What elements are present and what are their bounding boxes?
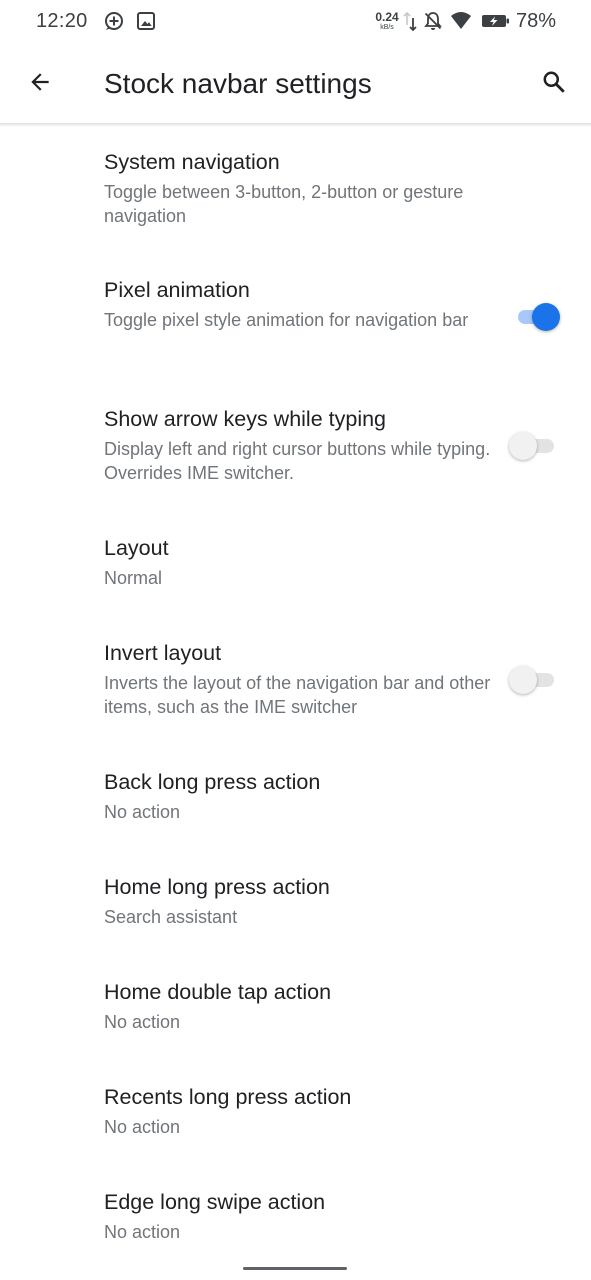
pixel-animation-switch[interactable] xyxy=(514,303,560,331)
pref-back-long-press[interactable]: Back long press action No action xyxy=(0,748,591,853)
pref-title: Layout xyxy=(104,536,169,560)
arrow-back-icon xyxy=(27,69,53,100)
pref-show-arrow-keys[interactable]: Show arrow keys while typing Display lef… xyxy=(0,385,591,514)
pref-home-long-press[interactable]: Home long press action Search assistant xyxy=(0,853,591,958)
gesture-navigation-handle[interactable] xyxy=(243,1267,347,1270)
pref-summary: Normal xyxy=(104,568,163,588)
back-button[interactable] xyxy=(22,66,58,102)
pref-summary: Toggle between 3-button, 2-button or ges… xyxy=(104,182,464,226)
pref-summary: No action xyxy=(104,802,181,822)
show-arrow-keys-switch[interactable] xyxy=(509,432,558,460)
switch-thumb xyxy=(509,666,537,694)
battery-percentage: 78% xyxy=(516,10,557,32)
pref-summary: No action xyxy=(104,1222,181,1242)
pref-summary: Display left and right cursor buttons wh… xyxy=(104,439,491,483)
app-bar-shadow xyxy=(0,123,591,127)
network-speed: 0.24 kB/s xyxy=(372,11,402,31)
net-speed-unit: kB/s xyxy=(380,24,394,31)
switch-thumb xyxy=(509,432,537,460)
pref-summary: No action xyxy=(104,1117,181,1137)
pref-summary: Toggle pixel style animation for navigat… xyxy=(104,310,469,330)
net-speed-value: 0.24 xyxy=(375,10,399,24)
pref-system-navigation[interactable]: System navigation Toggle between 3-butto… xyxy=(0,128,591,256)
pref-summary: Inverts the layout of the navigation bar… xyxy=(104,673,491,717)
status-time: 12:20 xyxy=(36,10,88,32)
wifi-icon xyxy=(450,11,472,31)
pref-home-double-tap[interactable]: Home double tap action No action xyxy=(0,958,591,1063)
app-bar: Stock navbar settings xyxy=(0,44,591,124)
add-circle-icon xyxy=(104,11,124,31)
pref-summary: No action xyxy=(104,1012,181,1032)
pref-title: Home long press action xyxy=(104,875,330,899)
battery-charging-icon xyxy=(481,11,511,31)
pref-title: Back long press action xyxy=(104,770,321,794)
search-icon xyxy=(541,69,567,100)
search-button[interactable] xyxy=(536,66,572,102)
pref-pixel-animation[interactable]: Pixel animation Toggle pixel style anima… xyxy=(0,256,591,385)
pref-recents-long-press[interactable]: Recents long press action No action xyxy=(0,1063,591,1168)
pref-edge-long-swipe[interactable]: Edge long swipe action No action xyxy=(0,1168,591,1273)
switch-thumb xyxy=(532,303,560,331)
notifications-off-icon xyxy=(423,11,443,31)
pref-summary: Search assistant xyxy=(104,907,238,927)
pref-title: Invert layout xyxy=(104,641,222,665)
status-bar: 12:20 0.24 kB/s 78% xyxy=(0,0,591,44)
pref-title: Pixel animation xyxy=(104,278,250,302)
pref-layout[interactable]: Layout Normal xyxy=(0,514,591,619)
pref-title: Recents long press action xyxy=(104,1085,352,1109)
pref-title: Edge long swipe action xyxy=(104,1190,326,1214)
pref-title: System navigation xyxy=(104,150,280,174)
pref-invert-layout[interactable]: Invert layout Inverts the layout of the … xyxy=(0,619,591,748)
image-icon xyxy=(136,11,156,31)
network-activity-icon xyxy=(402,11,418,32)
page-title: Stock navbar settings xyxy=(104,68,372,99)
pref-title: Home double tap action xyxy=(104,980,332,1004)
pref-title: Show arrow keys while typing xyxy=(104,407,387,431)
invert-layout-switch[interactable] xyxy=(509,666,558,694)
